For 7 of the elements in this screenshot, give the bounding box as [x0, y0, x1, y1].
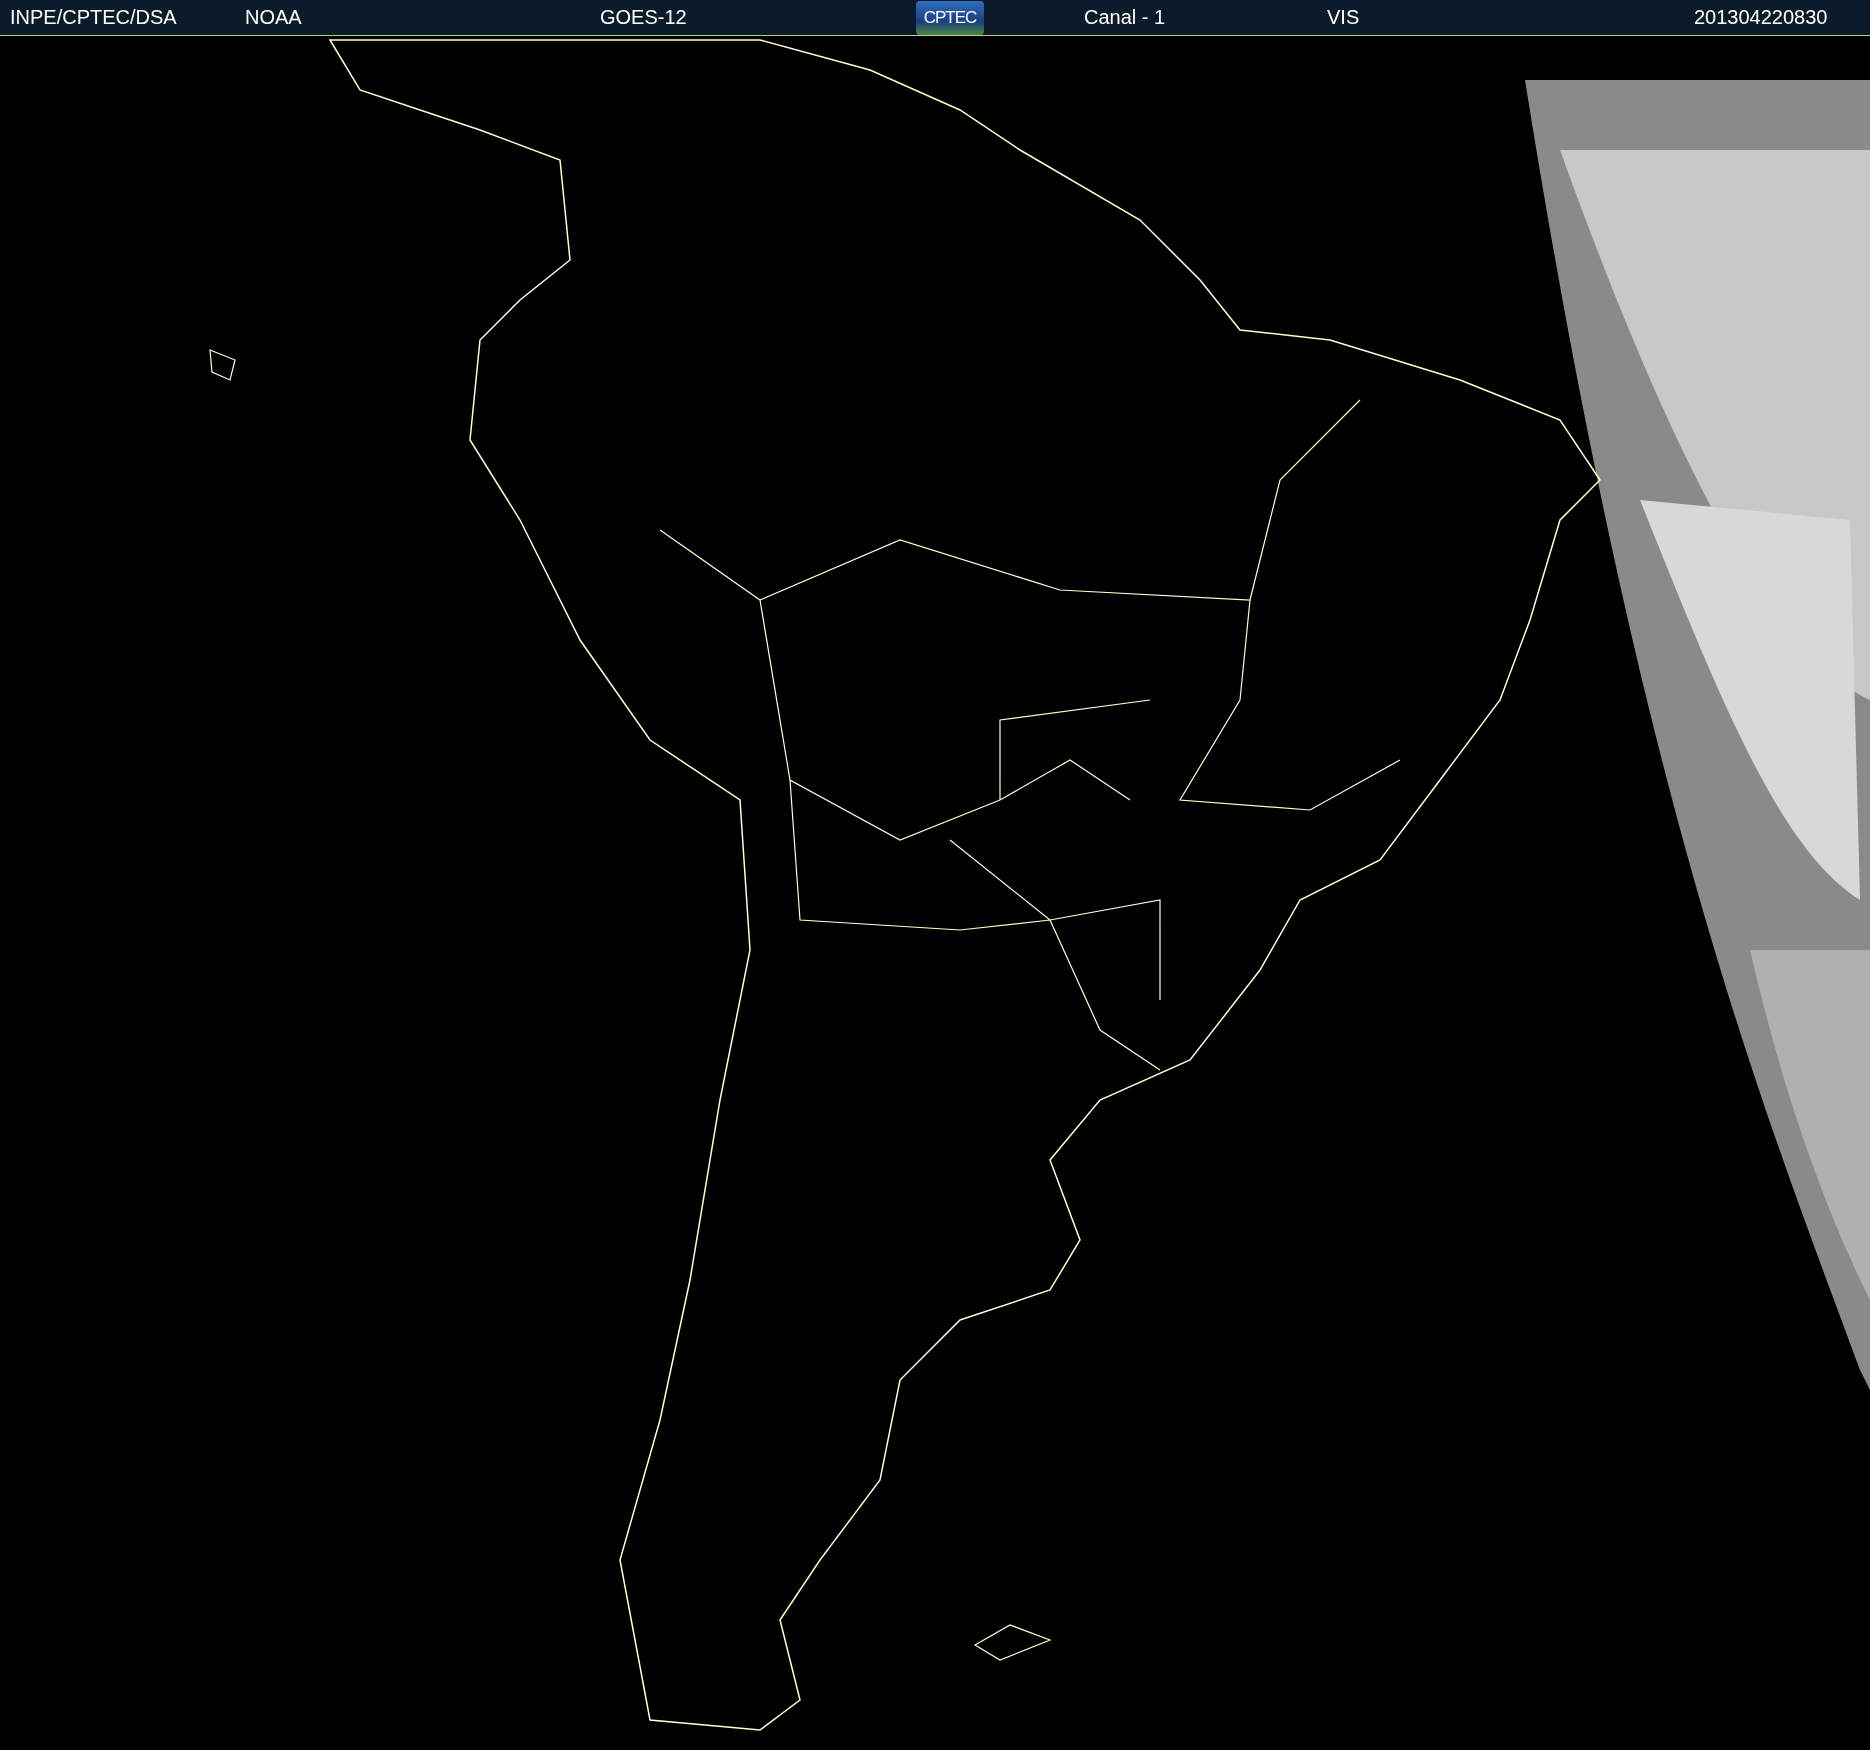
source-label: INPE/CPTEC/DSA — [10, 6, 178, 29]
timestamp-label: 201304220830 — [1694, 6, 1829, 29]
channel-label: Canal - 1 — [1084, 6, 1167, 29]
band-label: VIS — [1327, 6, 1361, 29]
agency-label: NOAA — [245, 6, 303, 29]
logo: CPTEC — [916, 0, 984, 35]
satellite-label: GOES-12 — [600, 6, 688, 29]
